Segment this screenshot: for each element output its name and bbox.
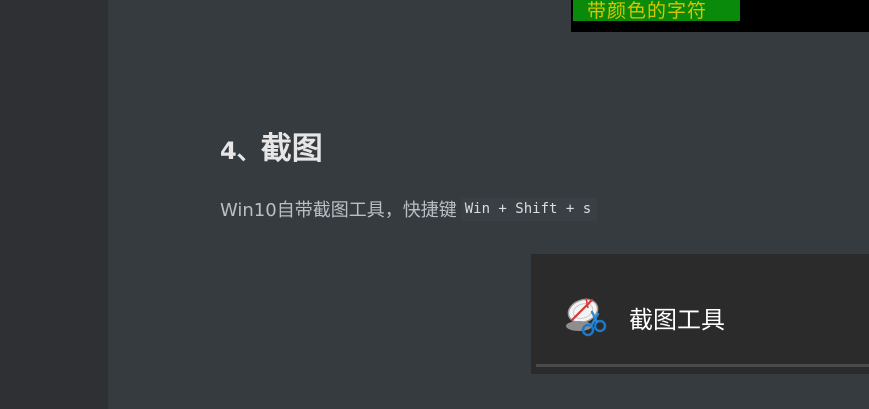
snipping-tool-label[interactable]: 截图工具 [629,300,725,335]
section-number: 4、 [220,137,261,165]
paragraph: Win10自带截图工具，快捷键 Win + Shift + s [220,196,598,222]
paragraph-text: Win10自带截图工具，快捷键 [220,200,457,221]
section-title: 截图 [260,131,323,167]
colored-text-highlight: 带颜色的字符 [573,0,740,21]
panel-divider [536,364,869,367]
colored-text: 带颜色的字符 [587,0,708,21]
snipping-tool-icon[interactable] [562,294,612,340]
terminal-screenshot-image: 带颜色的字符 [571,0,869,32]
section-heading: 4、截图 [220,123,323,168]
search-result-panel: 截图工具 [531,254,869,374]
left-sidebar [0,0,108,409]
shortcut-code: Win + Shift + s [460,197,598,221]
